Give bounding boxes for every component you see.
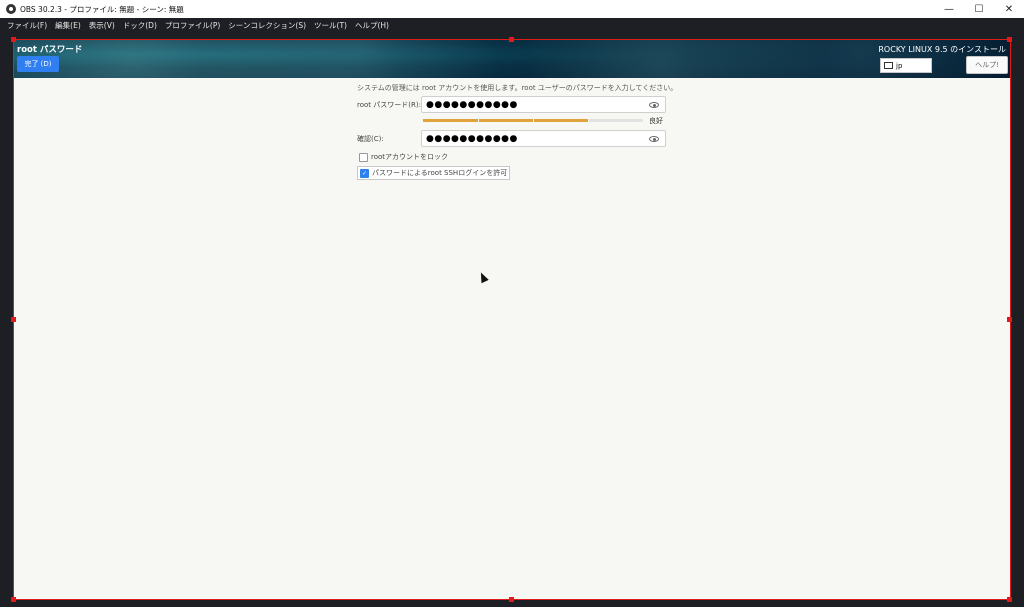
- resize-handle-right[interactable]: [1007, 317, 1012, 322]
- done-button[interactable]: 完了 (D): [17, 56, 59, 72]
- window-title: OBS 30.2.3 - プロファイル: 無題 - シーン: 無題: [20, 4, 184, 14]
- menu-profile[interactable]: プロファイル(P): [161, 20, 224, 31]
- strength-divider: [533, 119, 534, 122]
- keyboard-layout-indicator[interactable]: jp: [880, 58, 932, 73]
- menu-edit[interactable]: 編集(E): [51, 20, 85, 31]
- menu-view[interactable]: 表示(V): [85, 20, 119, 31]
- header-background: [13, 39, 1011, 78]
- install-title: ROCKY LINUX 9.5 のインストール: [878, 45, 1006, 54]
- keyboard-layout-text: jp: [896, 61, 903, 70]
- info-text: システムの管理には root アカウントを使用します。root ユーザーのパスワ…: [357, 84, 678, 92]
- resize-handle-bottom-left[interactable]: [11, 597, 16, 602]
- menu-help[interactable]: ヘルプ(H): [351, 20, 393, 31]
- resize-handle-bottom[interactable]: [509, 597, 514, 602]
- menu-tools[interactable]: ツール(T): [310, 20, 351, 31]
- help-button[interactable]: ヘルプ!: [966, 56, 1008, 74]
- spoke-title: root パスワード: [17, 45, 83, 55]
- window-controls: — ☐ ✕: [934, 0, 1024, 18]
- show-password-icon[interactable]: [649, 102, 659, 108]
- resize-handle-bottom-right[interactable]: [1007, 597, 1012, 602]
- minimize-button[interactable]: —: [934, 0, 964, 18]
- ssh-login-option[interactable]: ✓ パスワードによるroot SSHログインを許可: [357, 166, 511, 180]
- confirm-password-field[interactable]: ●●●●●●●●●●●: [421, 130, 666, 147]
- menu-dock[interactable]: ドック(D): [119, 20, 161, 31]
- obs-preview[interactable]: root パスワード 完了 (D) ROCKY LINUX 9.5 のインストー…: [13, 39, 1011, 600]
- password-strength-bar: [423, 119, 643, 122]
- ssh-login-label: パスワードによるroot SSHログインを許可: [372, 169, 508, 177]
- ssh-login-checkbox[interactable]: ✓: [360, 168, 369, 178]
- check-icon: ✓: [361, 169, 368, 177]
- strength-divider: [478, 119, 479, 122]
- show-password-icon[interactable]: [649, 136, 659, 142]
- close-button[interactable]: ✕: [994, 0, 1024, 18]
- confirm-password-value: ●●●●●●●●●●●: [426, 133, 518, 144]
- resize-handle-top-left[interactable]: [11, 37, 16, 42]
- password-strength-fill: [423, 119, 588, 122]
- resize-handle-top[interactable]: [509, 37, 514, 42]
- obs-logo-icon: [6, 4, 16, 14]
- window-titlebar: OBS 30.2.3 - プロファイル: 無題 - シーン: 無題 — ☐ ✕: [0, 0, 1024, 18]
- root-password-value: ●●●●●●●●●●●: [426, 99, 518, 110]
- root-password-label: root パスワード(R):: [357, 101, 421, 109]
- password-strength-label: 良好: [649, 117, 663, 125]
- lock-root-label: rootアカウントをロック: [371, 153, 449, 161]
- lock-root-option[interactable]: rootアカウントをロック: [359, 152, 448, 162]
- resize-handle-left[interactable]: [11, 317, 16, 322]
- mouse-cursor-icon: [477, 270, 489, 284]
- menu-bar: ファイル(F) 編集(E) 表示(V) ドック(D) プロファイル(P) シーン…: [0, 18, 1024, 33]
- installer-header: root パスワード 完了 (D) ROCKY LINUX 9.5 のインストー…: [13, 39, 1011, 78]
- menu-scene-collection[interactable]: シーンコレクション(S): [224, 20, 310, 31]
- menu-file[interactable]: ファイル(F): [3, 20, 51, 31]
- keyboard-icon: [884, 62, 893, 69]
- strength-divider: [588, 119, 589, 122]
- root-password-field[interactable]: ●●●●●●●●●●●: [421, 96, 666, 113]
- lock-root-checkbox[interactable]: [359, 152, 368, 162]
- resize-handle-top-right[interactable]: [1007, 37, 1012, 42]
- confirm-password-label: 確認(C):: [357, 135, 384, 143]
- maximize-button[interactable]: ☐: [964, 0, 994, 18]
